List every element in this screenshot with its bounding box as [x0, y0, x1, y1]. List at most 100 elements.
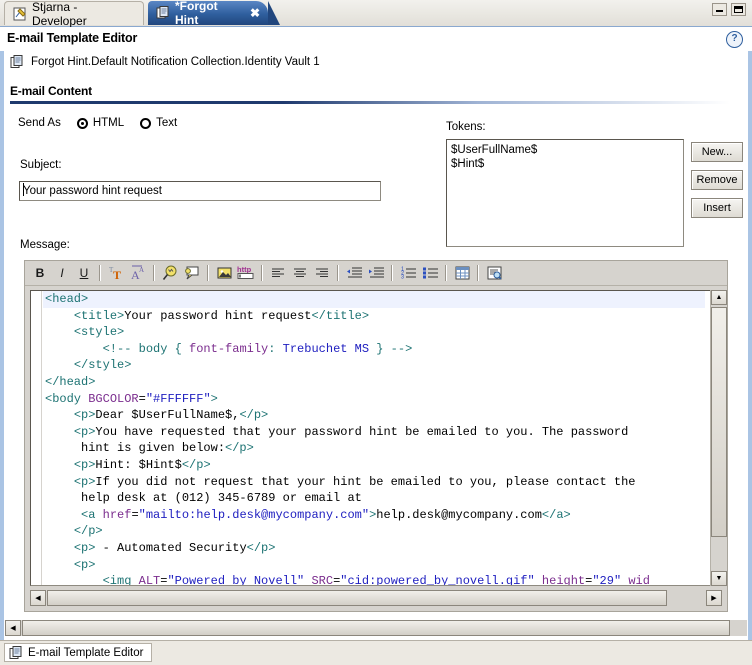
- italic-icon[interactable]: I: [51, 263, 73, 284]
- toolbar-separator: [391, 265, 393, 281]
- section-divider: [10, 101, 730, 104]
- template-doc-icon: [156, 6, 170, 20]
- tokens-label: Tokens:: [446, 121, 486, 133]
- help-icon[interactable]: ?: [726, 31, 743, 48]
- list-item[interactable]: $UserFullName$: [451, 143, 679, 157]
- message-editor: B I U TT AA http 1 2 3 <head> <title>You…: [24, 260, 728, 612]
- formatting-toolbar: B I U TT AA http 1 2 3: [25, 261, 727, 286]
- page-horizontal-scrollbar[interactable]: ◀: [5, 620, 747, 636]
- radio-html-indicator: [76, 117, 88, 129]
- window-left-edge: [0, 26, 4, 640]
- ordered-list-icon[interactable]: 123: [397, 263, 419, 284]
- code-line: </head>: [45, 374, 96, 389]
- bold-icon[interactable]: B: [29, 263, 51, 284]
- scroll-down-button[interactable]: ▼: [711, 571, 727, 586]
- subject-input[interactable]: Your password hint request: [19, 181, 381, 201]
- tab-label: *Forgot Hint: [175, 0, 218, 27]
- toolbar-separator: [477, 265, 479, 281]
- close-icon[interactable]: ✖: [250, 6, 260, 20]
- title-bar: Stjarna - Developer *Forgot Hint ✖: [0, 0, 752, 28]
- toolbar-separator: [445, 265, 447, 281]
- minimize-button[interactable]: [712, 3, 727, 16]
- list-item[interactable]: $Hint$: [451, 157, 679, 171]
- page-title: E-mail Template Editor: [7, 31, 138, 45]
- section-title: E-mail Content: [10, 84, 92, 98]
- code-line: <head>: [43, 291, 705, 308]
- radio-html-label: HTML: [92, 117, 125, 129]
- template-doc-icon: [10, 55, 24, 69]
- code-line: <title>Your password hint request</title…: [73, 308, 370, 323]
- tab-label: Stjarna - Developer: [32, 0, 87, 28]
- insert-image-icon[interactable]: [213, 263, 235, 284]
- toolbar-separator: [153, 265, 155, 281]
- scroll-left-button[interactable]: ◀: [30, 590, 46, 606]
- maximize-button[interactable]: [731, 3, 746, 16]
- font-style-icon[interactable]: AA: [127, 263, 149, 284]
- code-line: <a href="mailto:help.desk@mycompany.com"…: [81, 507, 571, 522]
- svg-text:T: T: [113, 268, 121, 281]
- source-view-icon[interactable]: [483, 263, 505, 284]
- radio-html[interactable]: HTML: [76, 117, 125, 129]
- font-color-icon[interactable]: TT: [105, 263, 127, 284]
- remove-token-button[interactable]: Remove: [691, 170, 743, 190]
- window-right-edge: [748, 26, 752, 640]
- code-line: hint is given below:</p>: [45, 441, 254, 456]
- outdent-icon[interactable]: [343, 263, 365, 284]
- insert-link-icon[interactable]: http: [235, 263, 257, 284]
- toolbar-separator: [207, 265, 209, 281]
- html-source-editor[interactable]: <head> <title>Your password hint request…: [30, 290, 722, 586]
- editor-header: E-mail Template Editor ?: [0, 27, 752, 51]
- align-right-icon[interactable]: [311, 263, 333, 284]
- subject-label: Subject:: [20, 159, 62, 171]
- scroll-up-button[interactable]: ▲: [711, 290, 727, 305]
- breadcrumb-text: Forgot Hint.Default Notification Collect…: [31, 56, 320, 68]
- send-as-group: Send As HTML Text: [18, 117, 177, 129]
- editor-horizontal-scrollbar[interactable]: ◀ ▶: [30, 590, 722, 606]
- taskbar-item-email-template-editor[interactable]: E-mail Template Editor: [4, 643, 153, 662]
- scroll-right-button[interactable]: ▶: [706, 590, 722, 606]
- spellcheck-icon[interactable]: [181, 263, 203, 284]
- code-line: </p>: [73, 524, 103, 539]
- editor-gutter: [31, 291, 42, 585]
- source-code-text[interactable]: <head> <title>Your password hint request…: [43, 291, 705, 585]
- toolbar-separator: [261, 265, 263, 281]
- tab-stjarna-developer[interactable]: Stjarna - Developer: [4, 0, 144, 28]
- taskbar-item-label: E-mail Template Editor: [28, 646, 144, 659]
- tab-forgot-hint[interactable]: *Forgot Hint ✖: [148, 0, 280, 27]
- svg-text:http: http: [237, 265, 252, 274]
- new-token-button[interactable]: New...: [691, 142, 743, 162]
- vertical-scroll-thumb[interactable]: [711, 307, 727, 537]
- svg-text:3: 3: [401, 275, 404, 281]
- editor-doc-icon: [13, 7, 27, 21]
- message-label: Message:: [20, 239, 70, 251]
- code-line: <p>You have requested that your password…: [73, 424, 629, 439]
- code-line: <p>: [73, 557, 96, 572]
- insert-table-icon[interactable]: [451, 263, 473, 284]
- insert-token-button[interactable]: Insert: [691, 198, 743, 218]
- align-center-icon[interactable]: [289, 263, 311, 284]
- code-line: <p> - Automated Security</p>: [73, 540, 276, 555]
- bullet-list-icon[interactable]: [419, 263, 441, 284]
- align-left-icon[interactable]: [267, 263, 289, 284]
- code-line: <!-- body { font-family: Trebuchet MS } …: [102, 341, 413, 356]
- radio-text-indicator: [140, 117, 152, 129]
- code-line: <img ALT="Powered by Novell" SRC="cid:po…: [102, 574, 650, 585]
- code-line: </style>: [73, 358, 132, 373]
- radio-text[interactable]: Text: [140, 117, 177, 129]
- code-line: <style>: [73, 325, 125, 340]
- svg-text:A: A: [139, 266, 144, 274]
- page-scroll-thumb[interactable]: [22, 620, 730, 636]
- tokens-list[interactable]: $UserFullName$ $Hint$: [446, 139, 684, 247]
- code-line: <p>If you did not request that your hint…: [73, 474, 636, 489]
- application-window: Stjarna - Developer *Forgot Hint ✖ E-mai…: [0, 0, 752, 665]
- find-icon[interactable]: [159, 263, 181, 284]
- page-scroll-left-button[interactable]: ◀: [5, 620, 21, 636]
- underline-icon[interactable]: U: [73, 263, 95, 284]
- indent-icon[interactable]: [365, 263, 387, 284]
- radio-text-label: Text: [156, 117, 178, 129]
- taskbar: E-mail Template Editor: [0, 640, 752, 665]
- code-line: <p>Dear $UserFullName$,</p>: [73, 408, 269, 423]
- horizontal-scroll-thumb[interactable]: [47, 590, 667, 606]
- code-line: <p>Hint: $Hint$</p>: [73, 457, 211, 472]
- editor-vertical-scrollbar[interactable]: ▲ ▼: [710, 290, 727, 586]
